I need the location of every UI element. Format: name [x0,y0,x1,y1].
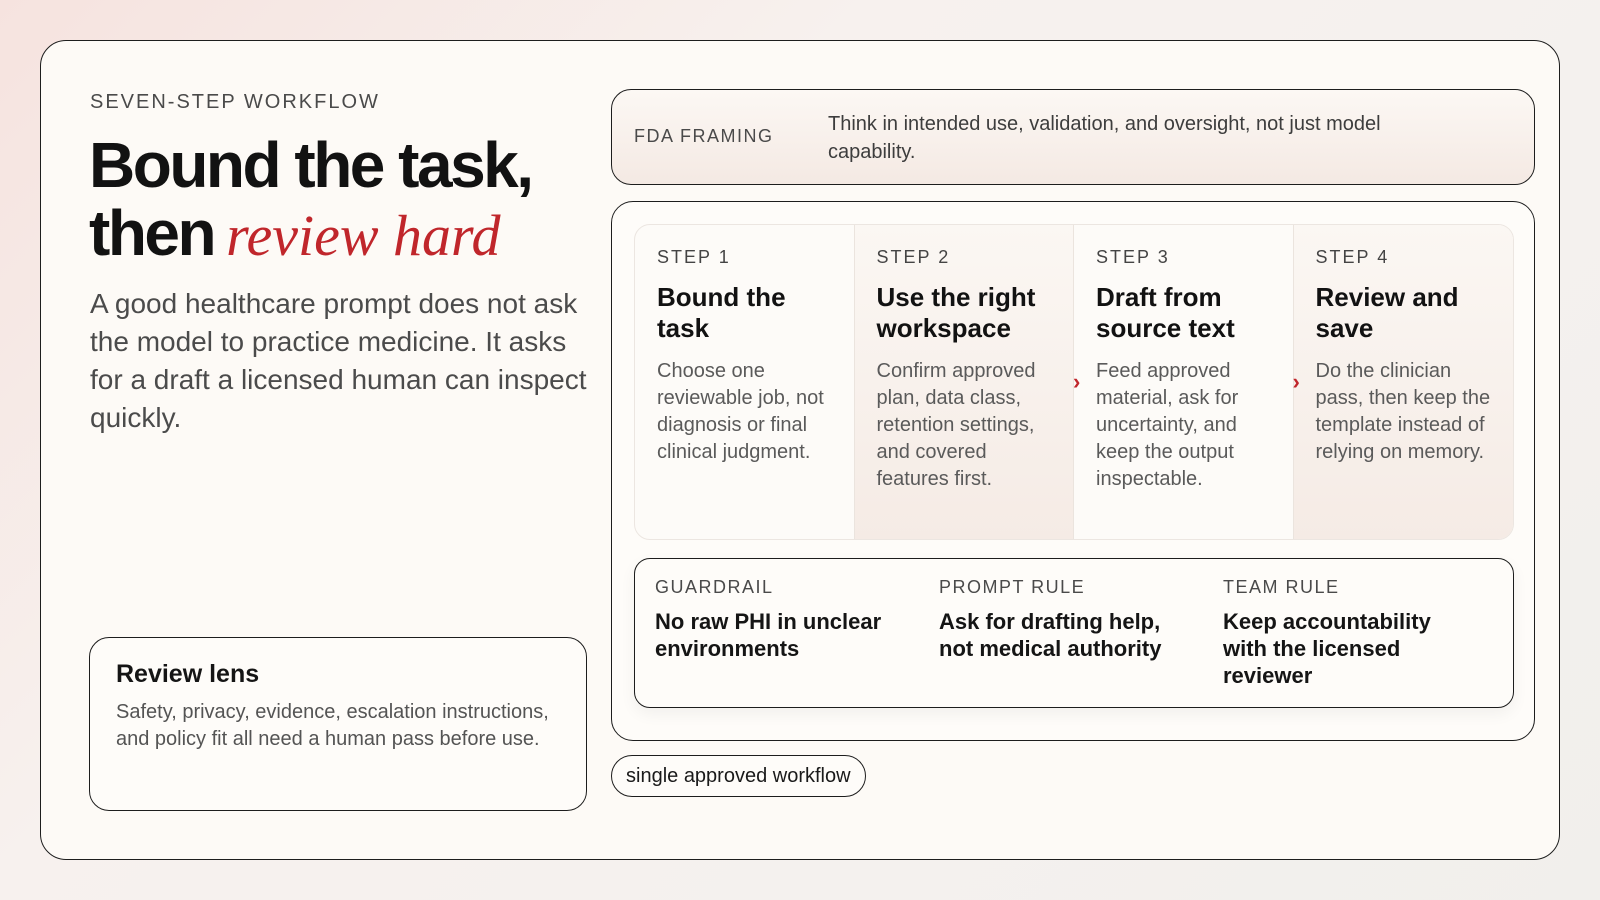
title-accent: review hard [226,203,501,268]
rule-guardrail: GUARDRAIL No raw PHI in unclear environm… [635,559,919,707]
step-number: STEP 1 [657,247,731,267]
review-lens-text: Safety, privacy, evidence, escalation in… [116,701,549,750]
review-lens-title: Review lens [116,660,260,688]
step-title: Use the right workspace [876,282,1036,343]
step-number: STEP 3 [1096,247,1170,267]
fda-label: FDA FRAMING [634,126,774,146]
step-text: Confirm approved plan, data class, reten… [876,360,1036,490]
step-card: STEP 1 Bound the task Choose one reviewa… [635,225,855,539]
chevron-right-icon: › [1073,369,1081,394]
review-lens-box: Review lens Safety, privacy, evidence, e… [89,637,587,811]
step-card: › STEP 4 Review and save Do the clinicia… [1292,225,1513,539]
rule-label: GUARDRAIL [655,577,774,597]
rule-label: PROMPT RULE [939,577,1086,597]
step-text: Do the clinician pass, then keep the tem… [1315,360,1491,463]
step-number: STEP 4 [1315,247,1390,267]
fda-text: Think in intended use, validation, and o… [828,113,1381,163]
step-card: › STEP 3 Draft from source text Feed app… [1073,225,1294,539]
rule-text: Keep accountability with the licensed re… [1223,609,1431,688]
fda-framing-box: FDA FRAMING Think in intended use, valid… [611,89,1535,185]
rule-text: Ask for drafting help, not medical autho… [939,609,1162,661]
workflow-tag-pill: single approved workflow [611,755,866,797]
step-text: Feed approved material, ask for uncertai… [1096,360,1239,490]
eyebrow: SEVEN-STEP WORKFLOW [90,91,380,113]
rules-box: GUARDRAIL No raw PHI in unclear environm… [634,558,1514,708]
step-text: Choose one reviewable job, not diagnosis… [657,360,824,463]
chevron-right-icon: › [1292,369,1300,394]
step-number: STEP 2 [876,247,951,267]
page-title: Bound the task, then review hard [89,131,609,270]
step-title: Draft from source text [1096,282,1235,343]
workflow-panel: STEP 1 Bound the task Choose one reviewa… [611,201,1535,741]
slide-card: SEVEN-STEP WORKFLOW Bound the task, then… [40,40,1560,860]
step-title: Bound the task [657,282,786,343]
step-title: Review and save [1315,282,1459,343]
lede-paragraph: A good healthcare prompt does not ask th… [90,288,587,433]
steps-row: STEP 1 Bound the task Choose one reviewa… [634,224,1514,540]
rule-prompt: PROMPT RULE Ask for drafting help, not m… [919,559,1203,707]
step-card: STEP 2 Use the right workspace Confirm a… [854,225,1074,539]
rule-team: TEAM RULE Keep accountability with the l… [1203,559,1487,707]
rule-text: No raw PHI in unclear environments [655,609,882,661]
rule-label: TEAM RULE [1223,577,1340,597]
